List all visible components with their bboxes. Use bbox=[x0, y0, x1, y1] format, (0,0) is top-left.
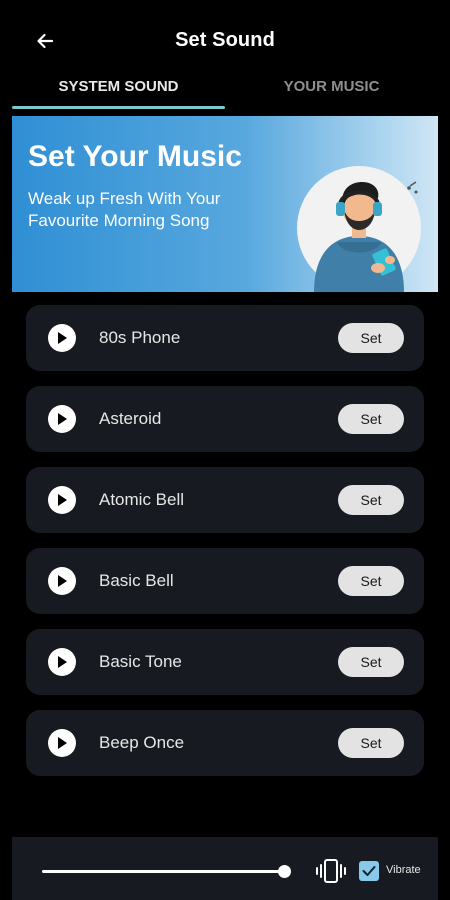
play-icon bbox=[58, 737, 67, 749]
sound-name: Basic Bell bbox=[99, 571, 174, 590]
sound-name: 80s Phone bbox=[99, 328, 181, 347]
person-with-headphones-illustration bbox=[297, 166, 421, 292]
checkmark-icon bbox=[362, 866, 376, 876]
tab-bar: SYSTEM SOUND YOUR MUSIC bbox=[12, 64, 438, 110]
list-item: Basic Tone Set bbox=[26, 629, 424, 695]
page-title: Set Sound bbox=[175, 29, 275, 51]
play-icon bbox=[58, 413, 67, 425]
list-item: Basic Bell Set bbox=[26, 548, 424, 614]
play-icon bbox=[58, 332, 67, 344]
bottom-controls: Vibrate bbox=[12, 837, 438, 900]
play-button[interactable] bbox=[48, 324, 76, 352]
list-item: Atomic Bell Set bbox=[26, 467, 424, 533]
sound-name: Atomic Bell bbox=[99, 490, 185, 509]
set-button[interactable]: Set bbox=[338, 728, 404, 758]
play-button[interactable] bbox=[48, 486, 76, 514]
set-button[interactable]: Set bbox=[338, 647, 404, 677]
music-banner: Set Your Music Weak up Fresh With Your F… bbox=[12, 116, 438, 292]
set-button[interactable]: Set bbox=[338, 323, 404, 353]
vibrate-label: Vibrate bbox=[386, 864, 421, 876]
sound-name: Asteroid bbox=[99, 409, 162, 428]
banner-subtitle: Weak up Fresh With Your Favourite Mornin… bbox=[28, 189, 221, 230]
volume-slider-thumb[interactable] bbox=[278, 865, 291, 878]
play-button[interactable] bbox=[48, 567, 76, 595]
list-item: Asteroid Set bbox=[26, 386, 424, 452]
set-button[interactable]: Set bbox=[338, 404, 404, 434]
tab-your-music[interactable]: YOUR MUSIC bbox=[225, 64, 438, 108]
list-item: Beep Once Set bbox=[26, 710, 424, 776]
volume-slider-track[interactable] bbox=[42, 870, 286, 873]
play-button[interactable] bbox=[48, 405, 76, 433]
play-button[interactable] bbox=[48, 729, 76, 757]
play-icon bbox=[58, 494, 67, 506]
sound-name: Basic Tone bbox=[99, 652, 182, 671]
set-button[interactable]: Set bbox=[338, 485, 404, 515]
play-button[interactable] bbox=[48, 648, 76, 676]
vibrate-icon bbox=[316, 859, 346, 883]
sound-name: Beep Once bbox=[99, 733, 185, 752]
set-button[interactable]: Set bbox=[338, 566, 404, 596]
tab-system-sound[interactable]: SYSTEM SOUND bbox=[12, 64, 225, 108]
vibrate-checkbox[interactable] bbox=[359, 861, 379, 881]
tab-indicator bbox=[12, 106, 225, 109]
banner-title: Set Your Music bbox=[28, 140, 242, 173]
play-icon bbox=[58, 575, 67, 587]
play-icon bbox=[58, 656, 67, 668]
set-sound-screen: Set Sound SYSTEM SOUND YOUR MUSIC Set Yo… bbox=[0, 0, 450, 900]
list-item: 80s Phone Set bbox=[26, 305, 424, 371]
